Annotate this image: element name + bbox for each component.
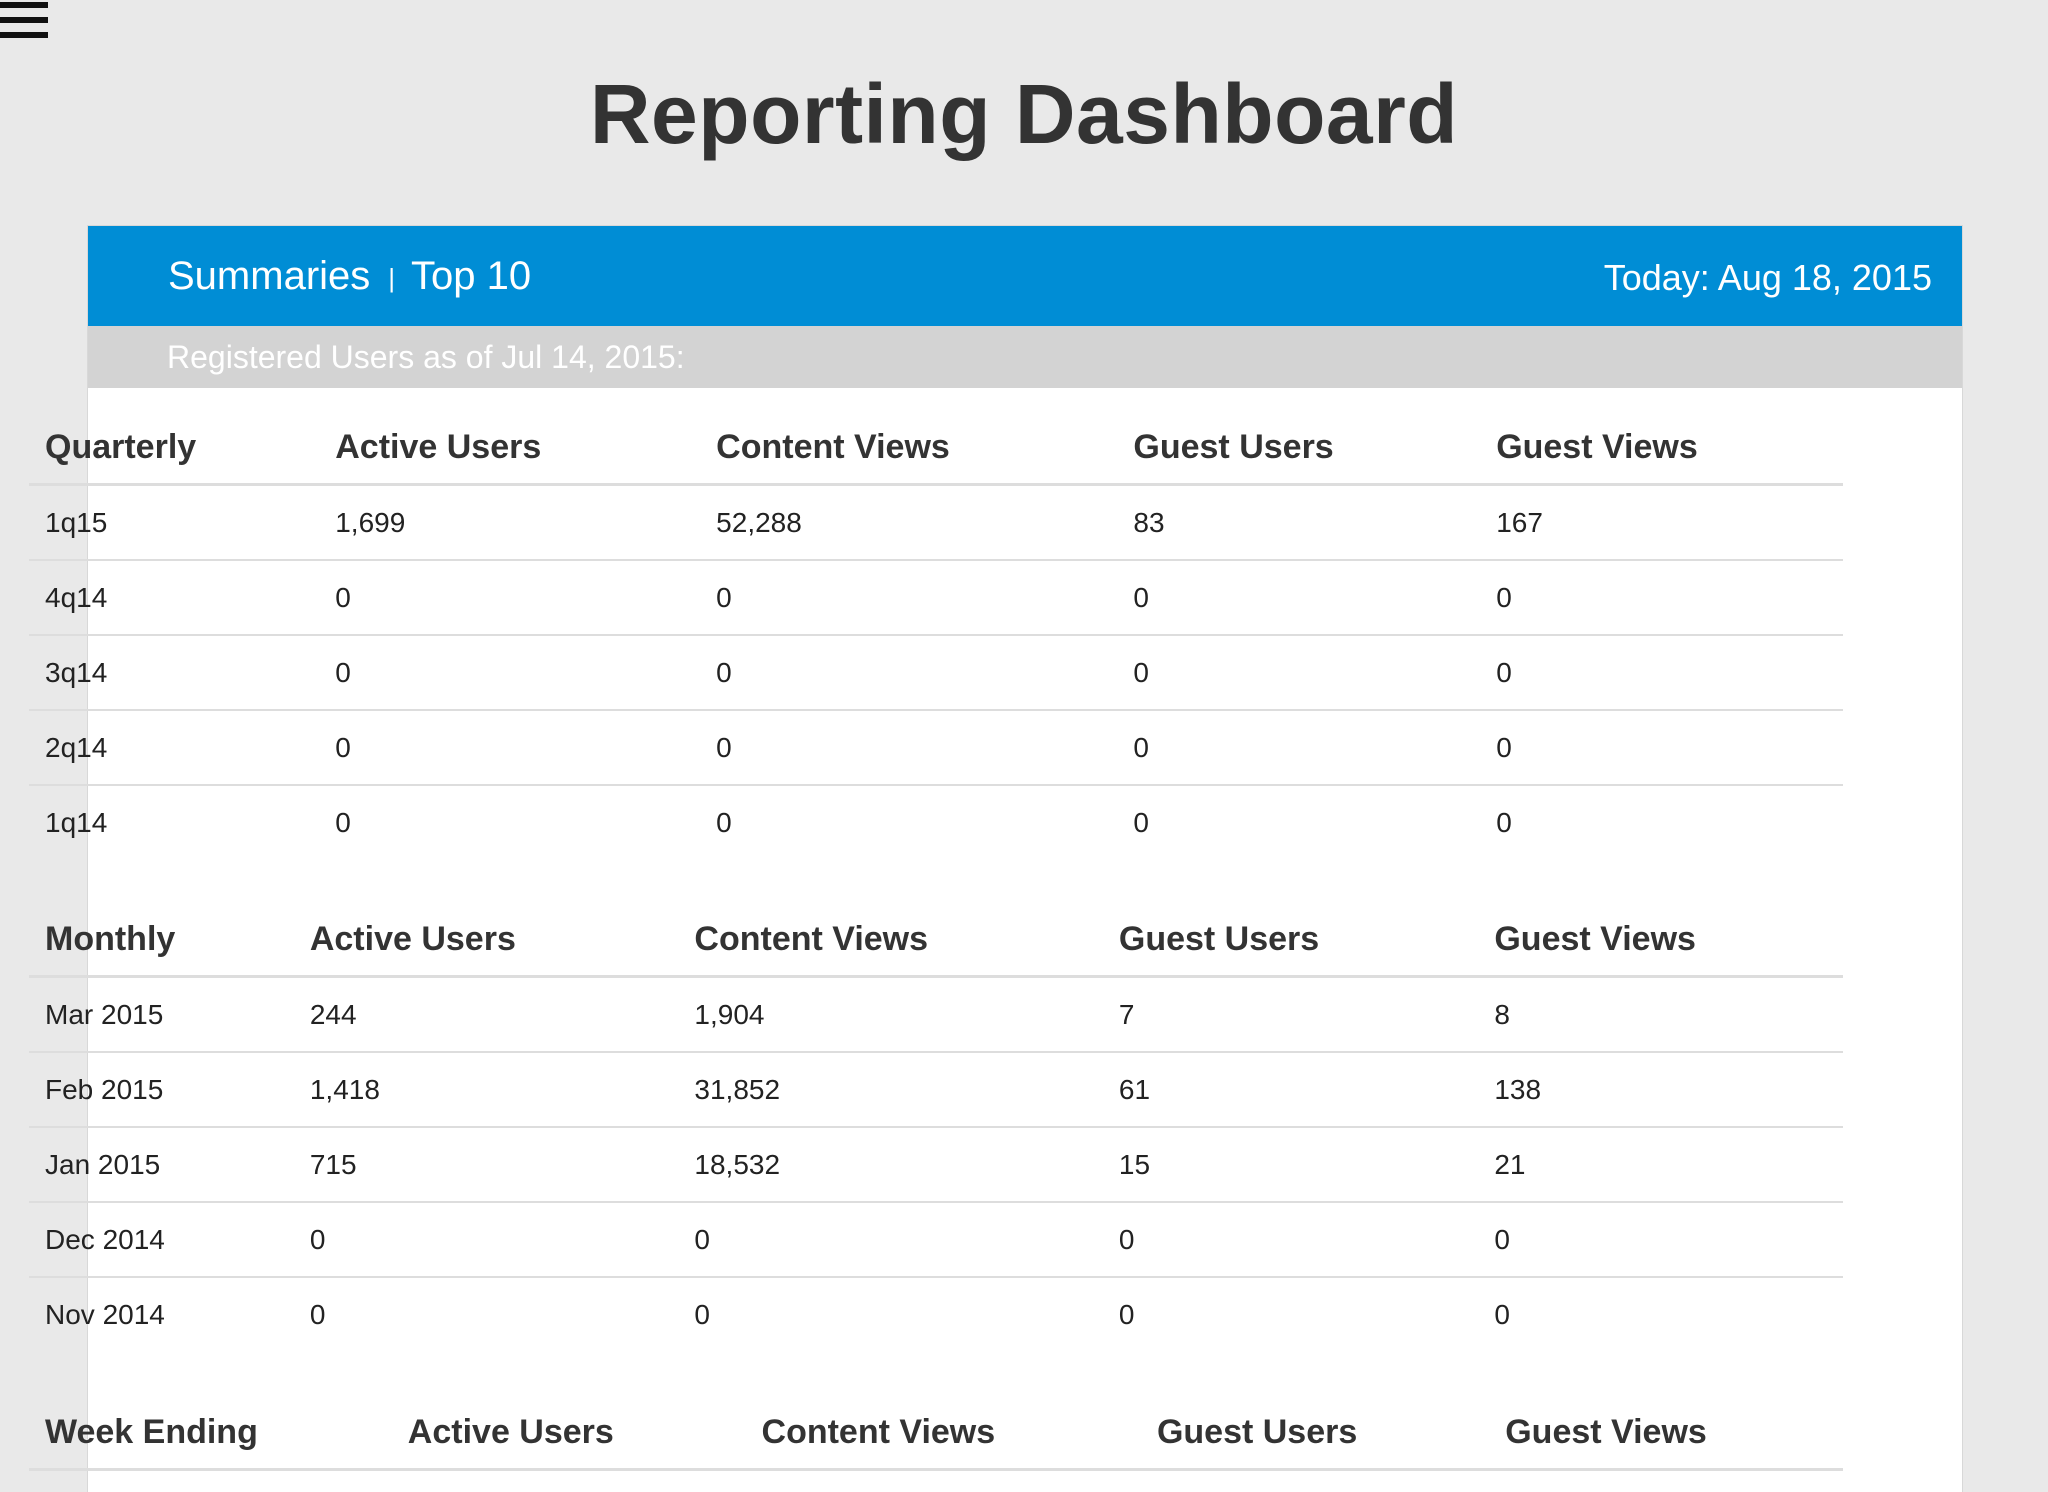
nav-separator: | (388, 263, 396, 293)
column-header: Guest Users (1140, 1396, 1490, 1471)
table-cell: 244 (293, 976, 679, 1053)
report-nav: Summaries | Top 10 (168, 252, 531, 304)
table-cell: 0 (319, 560, 701, 636)
table-header-row: Week Ending Active Users Content Views G… (29, 1396, 1843, 1471)
table-cell: 0 (319, 635, 701, 711)
column-header: Quarterly (29, 411, 320, 486)
table-cell: 18,532 (678, 1127, 1103, 1203)
table-cell: 0 (1480, 635, 1843, 711)
table-cell: Mar 2015 (29, 976, 294, 1053)
table-cell: 52,288 (700, 484, 1118, 561)
table-cell: 83 (1117, 484, 1481, 561)
table-cell: 15 (1102, 1127, 1479, 1203)
column-header: Guest Views (1478, 903, 1843, 978)
table-cell: 0 (700, 560, 1118, 636)
table-cell: 0 (1480, 560, 1843, 636)
today-date: Today: Aug 18, 2015 (1603, 257, 1932, 298)
table-row: 1q15 1,699 52,288 83 167 (29, 484, 1843, 561)
table-row: 4q14 0 0 0 0 (29, 560, 1843, 636)
quarterly-table: Quarterly Active Users Content Views Gue… (29, 411, 1843, 859)
table-cell: 1q15 (29, 484, 320, 561)
table-cell: 0 (1133, 806, 1149, 838)
table-cell: 0 (1480, 710, 1843, 786)
table-cell: 0 (293, 1202, 679, 1278)
column-header: Guest Users (1117, 411, 1481, 486)
table-cell: 0 (1117, 560, 1481, 636)
table-cell: 0 (1496, 806, 1512, 838)
table-header-row: Quarterly Active Users Content Views Gue… (29, 411, 1843, 486)
column-header: Week Ending (29, 1396, 392, 1471)
table-cell: 0 (1102, 1202, 1479, 1278)
table-row: 1q14 0 0 0 0 (29, 785, 1843, 859)
monthly-table: Monthly Active Users Content Views Guest… (29, 903, 1843, 1351)
column-header: Guest Views (1480, 411, 1843, 486)
column-header: Monthly (29, 903, 294, 978)
table-cell: 1,699 (319, 484, 701, 561)
column-header: Guest Users (1102, 903, 1479, 978)
table-cell: Dec 2014 (29, 1202, 294, 1278)
table-row: Nov 2014 0 0 0 0 (29, 1277, 1843, 1351)
panel-header: Summaries | Top 10 Today: Aug 18, 2015 (88, 226, 1962, 326)
table-cell: 31,852 (678, 1052, 1103, 1128)
table-cell: 21 (1478, 1127, 1843, 1203)
table-cell: 138 (1478, 1052, 1843, 1128)
registered-users-label: Registered Users as of Jul 14, 2015: (88, 326, 1962, 388)
column-header: Content Views (700, 411, 1118, 486)
table-cell: 0 (694, 1298, 710, 1330)
table-cell: 4q14 (29, 560, 320, 636)
table-row: Mar 2015 244 1,904 7 8 (29, 976, 1843, 1053)
table-cell: 0 (319, 710, 701, 786)
column-header: Content Views (678, 903, 1103, 978)
table-cell: 167 (1480, 484, 1843, 561)
column-header: Active Users (319, 411, 701, 486)
table-cell: 8 (1478, 976, 1843, 1053)
column-header: Active Users (293, 903, 679, 978)
table-cell: 1,904 (678, 976, 1103, 1053)
table-row: Feb 2015 1,418 31,852 61 138 (29, 1052, 1843, 1128)
table-cell: 715 (293, 1127, 679, 1203)
page-title: Reporting Dashboard (589, 67, 1459, 161)
table-row: 3q14 0 0 0 0 (29, 635, 1843, 711)
table-cell: 0 (700, 635, 1118, 711)
table-cell: Feb 2015 (29, 1052, 294, 1128)
table-cell: 61 (1102, 1052, 1479, 1128)
table-cell: 0 (1117, 635, 1481, 711)
table-row: Dec 2014 0 0 0 0 (29, 1202, 1843, 1278)
table-cell: Nov 2014 (45, 1298, 165, 1330)
table-header-row: Monthly Active Users Content Views Guest… (29, 903, 1843, 978)
table-cell: 0 (1117, 710, 1481, 786)
table-cell: 0 (1478, 1202, 1843, 1278)
column-header: Guest Views (1489, 1396, 1843, 1471)
table-cell: 0 (1494, 1298, 1510, 1330)
column-header: Content Views (745, 1396, 1141, 1471)
hamburger-menu-icon[interactable] (0, 2, 48, 42)
table-cell: 1,418 (293, 1052, 679, 1128)
table-cell: 0 (700, 710, 1118, 786)
table-cell: 1q14 (45, 806, 108, 838)
tab-summaries[interactable]: Summaries (168, 254, 370, 298)
table-cell: 7 (1102, 976, 1479, 1053)
table-row: 2q14 0 0 0 0 (29, 710, 1843, 786)
table-cell: 2q14 (29, 710, 320, 786)
table-cell: 3q14 (29, 635, 320, 711)
table-row: Jan 2015 715 18,532 15 21 (29, 1127, 1843, 1203)
column-header: Active Users (391, 1396, 746, 1471)
weekly-table: Week Ending Active Users Content Views G… (29, 1396, 1843, 1471)
table-cell: Jan 2015 (29, 1127, 294, 1203)
tab-top-10[interactable]: Top 10 (411, 254, 531, 298)
table-cell: 0 (309, 1298, 326, 1330)
table-cell: 0 (716, 806, 732, 838)
table-cell: 0 (1118, 1298, 1135, 1330)
table-cell: 0 (678, 1202, 1103, 1278)
table-cell: 0 (335, 806, 351, 838)
